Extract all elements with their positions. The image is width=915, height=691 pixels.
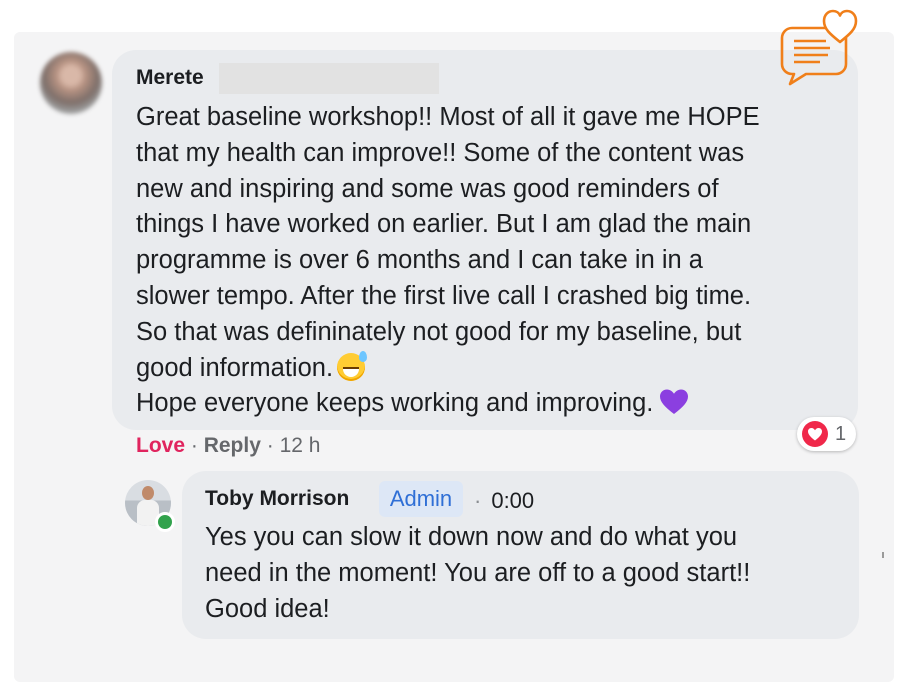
comment-line: good information. bbox=[136, 353, 334, 382]
comment-line-with-heart: Hope everyone keeps working and improvin… bbox=[136, 386, 836, 422]
comment-line: new and inspiring and some was good remi… bbox=[136, 174, 719, 203]
reaction-summary[interactable]: 1 bbox=[797, 417, 857, 451]
merete-avatar[interactable] bbox=[40, 52, 102, 114]
comment-line: that my health can improve!! Some of the… bbox=[136, 138, 745, 167]
redacted-surname bbox=[219, 63, 439, 94]
reply-time-row: · 0:00 bbox=[474, 488, 534, 514]
separator-dot: · bbox=[266, 434, 274, 457]
comment-line: things I have worked on earlier. But I a… bbox=[136, 210, 752, 239]
grinning-sweat-emoji-icon bbox=[337, 350, 368, 381]
reply-text: Yes you can slow it down now and do what… bbox=[205, 520, 845, 627]
reply-timestamp[interactable]: 0:00 bbox=[491, 488, 534, 513]
purple-heart-icon bbox=[660, 389, 689, 415]
comment-line: Great baseline workshop!! Most of all it… bbox=[136, 103, 760, 131]
chat-heart-logo-icon bbox=[780, 9, 858, 86]
online-status-indicator bbox=[155, 512, 175, 532]
comment-line: Hope everyone keeps working and improvin… bbox=[136, 389, 654, 418]
avatar-head bbox=[142, 486, 154, 500]
comment-line: slower tempo. After the first live call … bbox=[136, 281, 752, 310]
love-link[interactable]: Love bbox=[136, 434, 185, 457]
comment-line: programme is over 6 months and I can tak… bbox=[136, 246, 703, 275]
comment-author[interactable]: Merete bbox=[136, 66, 204, 90]
separator-dot: · bbox=[190, 434, 198, 457]
separator-dot: · bbox=[474, 488, 482, 513]
reaction-count: 1 bbox=[835, 422, 847, 445]
reply-link[interactable]: Reply bbox=[204, 434, 261, 457]
love-reaction-icon bbox=[802, 421, 828, 447]
reply-line: need in the moment! You are off to a goo… bbox=[205, 558, 751, 587]
comment-line-with-emoji: good information. bbox=[136, 350, 836, 387]
edge-marker bbox=[882, 552, 884, 558]
comment-line: So that was defininately not good for my… bbox=[136, 317, 742, 346]
admin-badge: Admin bbox=[379, 481, 463, 517]
reply-line: Yes you can slow it down now and do what… bbox=[205, 523, 738, 551]
reply-line: Good idea! bbox=[205, 594, 330, 623]
reply-author[interactable]: Toby Morrison bbox=[205, 487, 349, 511]
comment-actions: Love · Reply · 12 h bbox=[136, 434, 320, 458]
comment-text: Great baseline workshop!! Most of all it… bbox=[136, 100, 836, 422]
comment-timestamp[interactable]: 12 h bbox=[280, 434, 321, 457]
